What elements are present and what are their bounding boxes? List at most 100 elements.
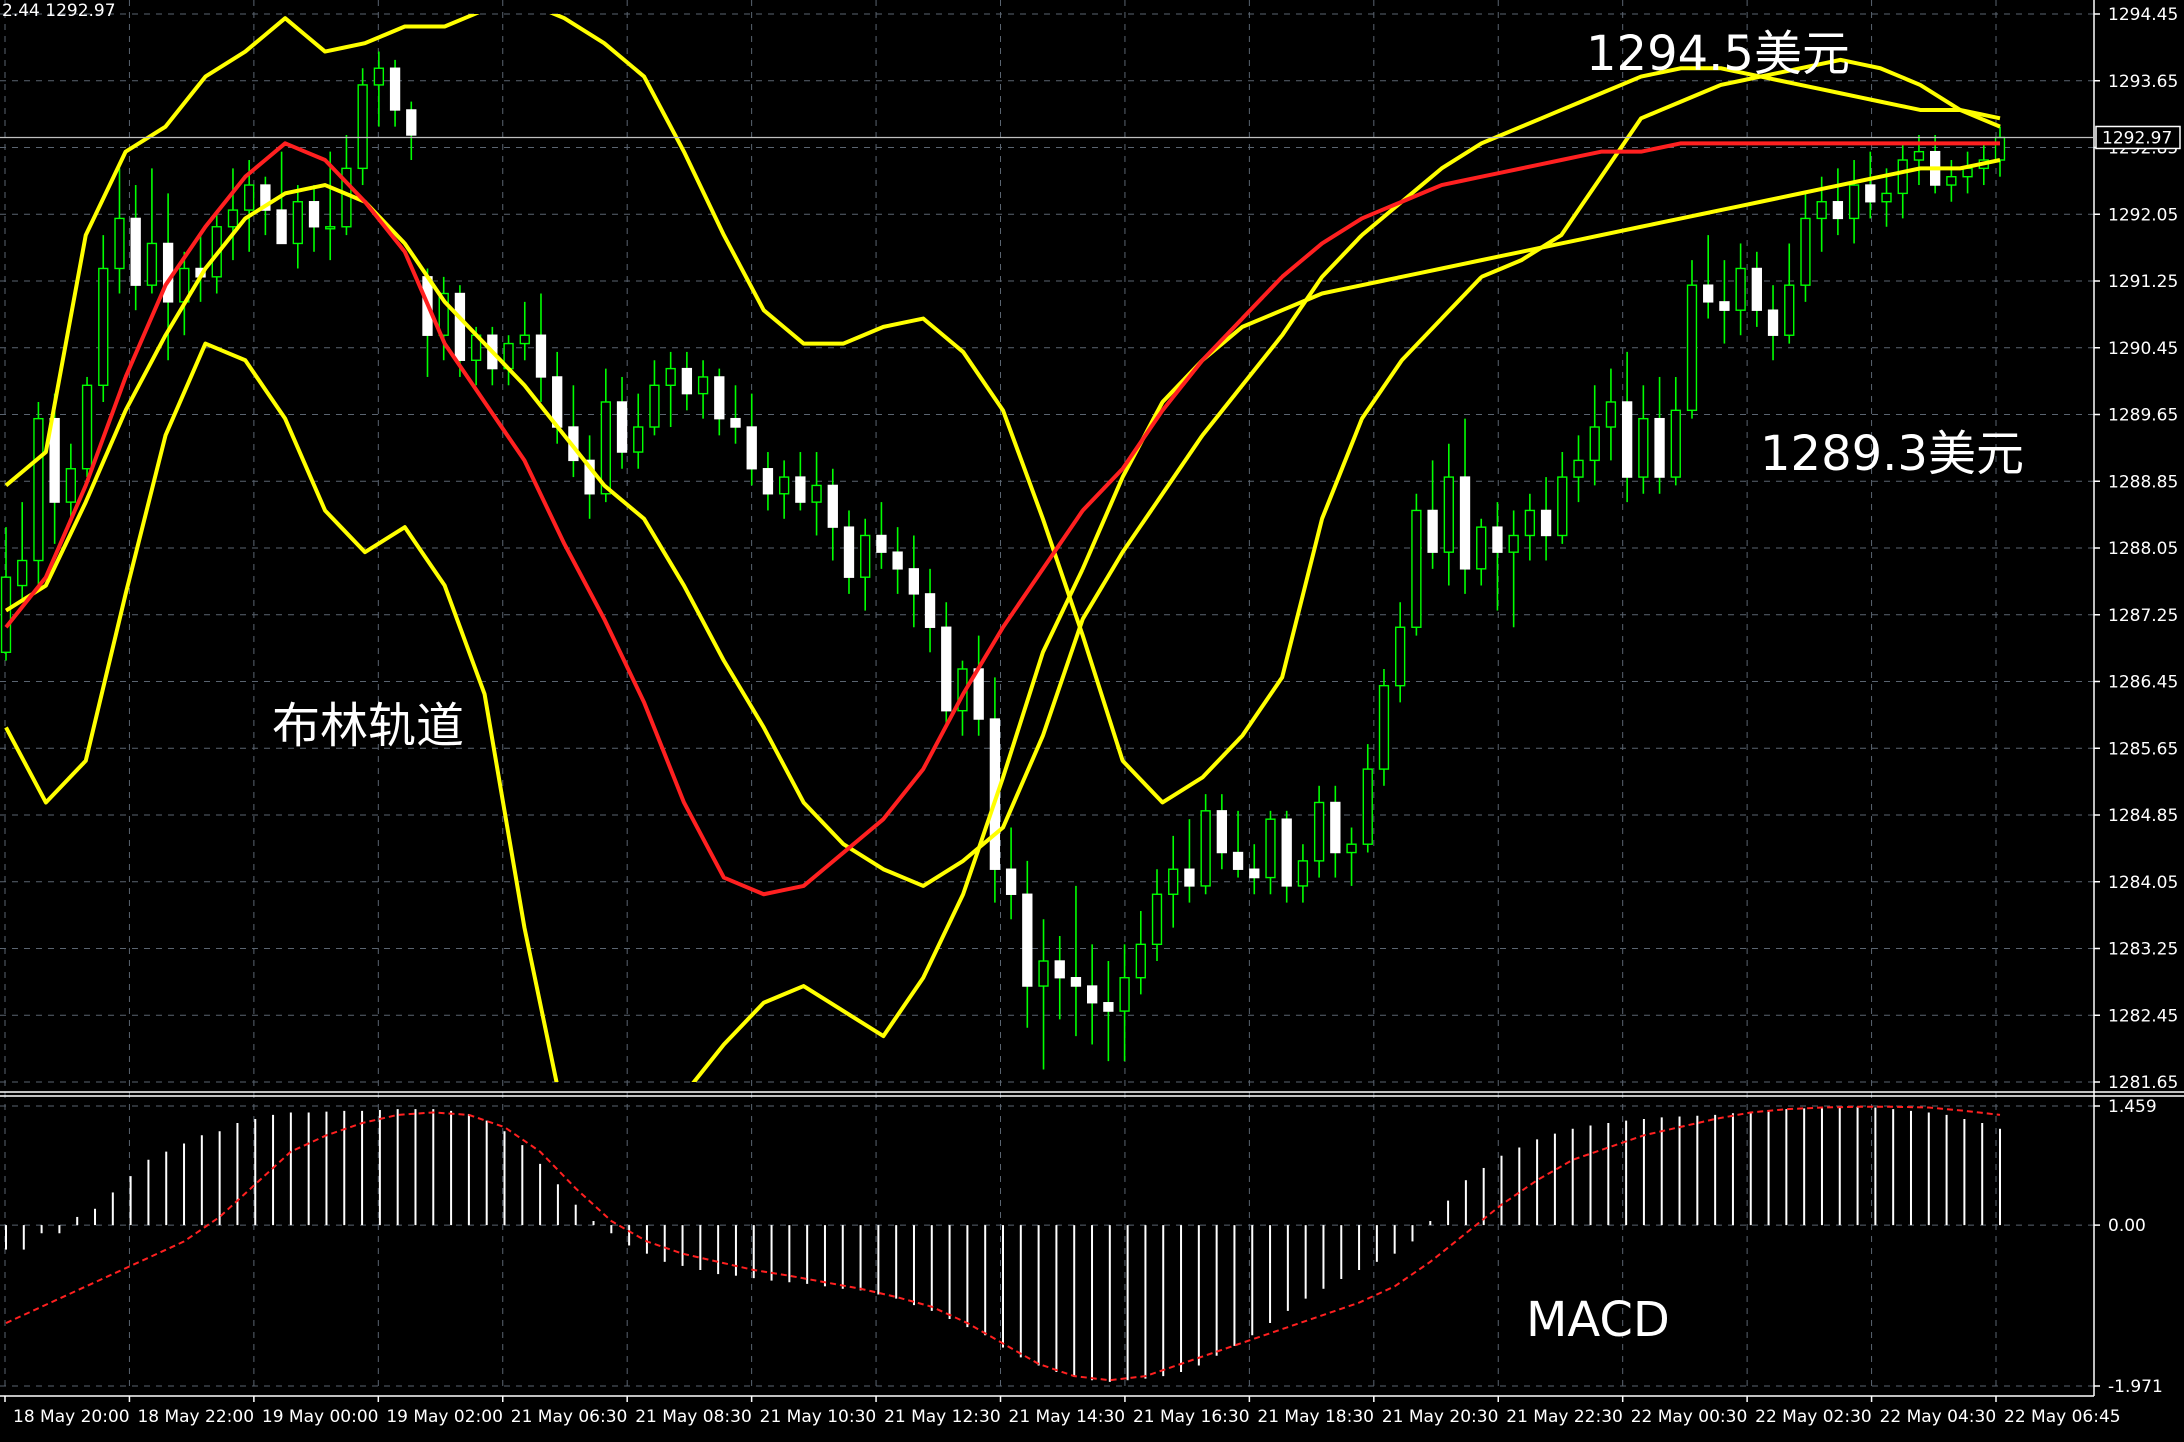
candle-body-bear: [714, 376, 725, 420]
candle-body-bear: [908, 568, 919, 595]
candle-body-bull: [114, 217, 125, 270]
price-chart: 1294.451293.651292.851292.051291.251290.…: [0, 0, 2184, 1442]
candle-body-bear: [1540, 509, 1552, 537]
candle-body-bear: [843, 526, 855, 578]
candle-body-bear: [1832, 201, 1844, 220]
current-price-label: 1292.97: [2102, 128, 2172, 148]
x-tick-label: 21 May 18:30: [1257, 1407, 1374, 1427]
candle-body-bull: [665, 367, 676, 386]
y-tick-label: 1284.85: [2108, 806, 2178, 826]
x-tick-label: 19 May 02:00: [386, 1407, 503, 1427]
candle-body-bull: [1816, 201, 1827, 220]
candle-body-bull: [1735, 267, 1746, 311]
candle-body-bull: [1395, 626, 1406, 687]
macd-y-tick-label: 0.00: [2108, 1216, 2146, 1236]
candle-body-bear: [276, 209, 287, 245]
candle-body-bull: [1784, 284, 1795, 336]
candle-body-bull: [357, 84, 368, 170]
x-tick-label: 21 May 20:30: [1382, 1407, 1499, 1427]
y-tick-label: 1285.65: [2108, 739, 2178, 759]
x-tick-label: 22 May 02:30: [1755, 1407, 1872, 1427]
candle-body-bear: [1703, 284, 1714, 303]
candle-body-bull: [1589, 426, 1600, 462]
candle-body-bull: [1573, 459, 1584, 478]
candle-body-bear: [795, 476, 806, 503]
y-tick-label: 1282.45: [2108, 1006, 2178, 1026]
candle-body-bull: [1638, 417, 1649, 478]
candle-body-bull: [778, 476, 790, 495]
candle-body-bull: [1200, 810, 1211, 887]
candle-body-bear: [1005, 868, 1017, 895]
candle-body-bull: [697, 376, 709, 395]
candle-body-bear: [1054, 960, 1065, 979]
candle-body-bear: [730, 417, 741, 428]
candle-body-bull: [1800, 217, 1811, 286]
candle: [33, 401, 44, 586]
candle-body-bear: [1427, 509, 1438, 553]
candle-body-bull: [1670, 409, 1681, 478]
y-tick-label: 1293.65: [2108, 72, 2178, 92]
upper-price-annotation: 1294.5美元: [1586, 26, 1850, 82]
candle-body-bear: [1216, 810, 1228, 854]
candle-body-bear: [1751, 267, 1762, 311]
macd-annotation: MACD: [1526, 1292, 1670, 1348]
candle-body-bull: [600, 401, 611, 495]
candle-body-bear: [1654, 417, 1665, 478]
candle-body-bull: [0, 576, 12, 653]
candle-body-bear: [616, 401, 628, 453]
candle-body-bull: [33, 417, 44, 562]
x-tick-label: 21 May 14:30: [1009, 1407, 1126, 1427]
candle-body-bear: [406, 109, 417, 136]
candle-body-bull: [1881, 192, 1892, 203]
y-tick-label: 1292.05: [2108, 205, 2178, 225]
candle-body-bull: [633, 426, 644, 453]
candle-body-bear: [746, 426, 757, 470]
y-tick-label: 1284.05: [2108, 873, 2178, 893]
candle-body-bear: [1330, 801, 1341, 854]
candle-body-bull: [1946, 176, 1957, 186]
candle-body-bull: [1686, 284, 1698, 412]
candle-body-bull: [1605, 401, 1617, 428]
candle-body-bull: [98, 267, 109, 386]
candle-body-bear: [1459, 476, 1471, 570]
macd-y-tick-label: 1.459: [2108, 1097, 2157, 1117]
candle-body-bull: [1913, 150, 1925, 161]
candle-body-bear: [681, 367, 693, 395]
candle-body-bull: [1119, 977, 1130, 1012]
candle-body-bear: [1070, 977, 1082, 987]
candle-body-bear: [1249, 868, 1260, 879]
y-tick-label: 1287.25: [2108, 606, 2178, 626]
candle-body-bull: [1378, 684, 1390, 770]
y-tick-label: 1288.05: [2108, 539, 2178, 559]
candle-body-bear: [1281, 818, 1292, 887]
candle-body-bull: [1476, 526, 1487, 570]
candle-body-bull: [1848, 184, 1860, 220]
candle-body-bull: [1524, 509, 1536, 537]
candle-body-bull: [1265, 818, 1276, 879]
candle-body-bear: [1492, 526, 1503, 553]
y-tick-label: 1286.45: [2108, 673, 2178, 693]
candle-body-bull: [81, 384, 93, 470]
candle: [357, 68, 368, 186]
x-tick-label: 19 May 00:00: [262, 1407, 379, 1427]
x-tick-label: 21 May 22:30: [1506, 1407, 1623, 1427]
candle-body-bear: [1767, 309, 1779, 336]
candle-body-bull: [1313, 801, 1325, 862]
candle-body-bull: [1135, 943, 1146, 979]
x-tick-label: 22 May 00:30: [1631, 1407, 1748, 1427]
header-info: 2.44 1292.97: [2, 1, 116, 21]
x-tick-label: 22 May 04:30: [1880, 1407, 1997, 1427]
candle-body-bear: [1865, 184, 1876, 203]
candle-body-bull: [811, 484, 822, 503]
candle-body-bull: [1557, 476, 1568, 537]
candle-body-bear: [1103, 1002, 1114, 1012]
candle-body-bull: [1168, 868, 1179, 895]
candle-body-bear: [1621, 401, 1633, 478]
candle-body-bull: [1151, 893, 1163, 946]
candle-body-bull: [1038, 960, 1049, 987]
macd-y-tick-label: -1.971: [2108, 1377, 2163, 1397]
x-tick-label: 21 May 10:30: [760, 1407, 877, 1427]
candle-body-bear: [1184, 868, 1195, 887]
y-tick-label: 1288.85: [2108, 472, 2178, 492]
candle-body-bull: [244, 184, 255, 211]
